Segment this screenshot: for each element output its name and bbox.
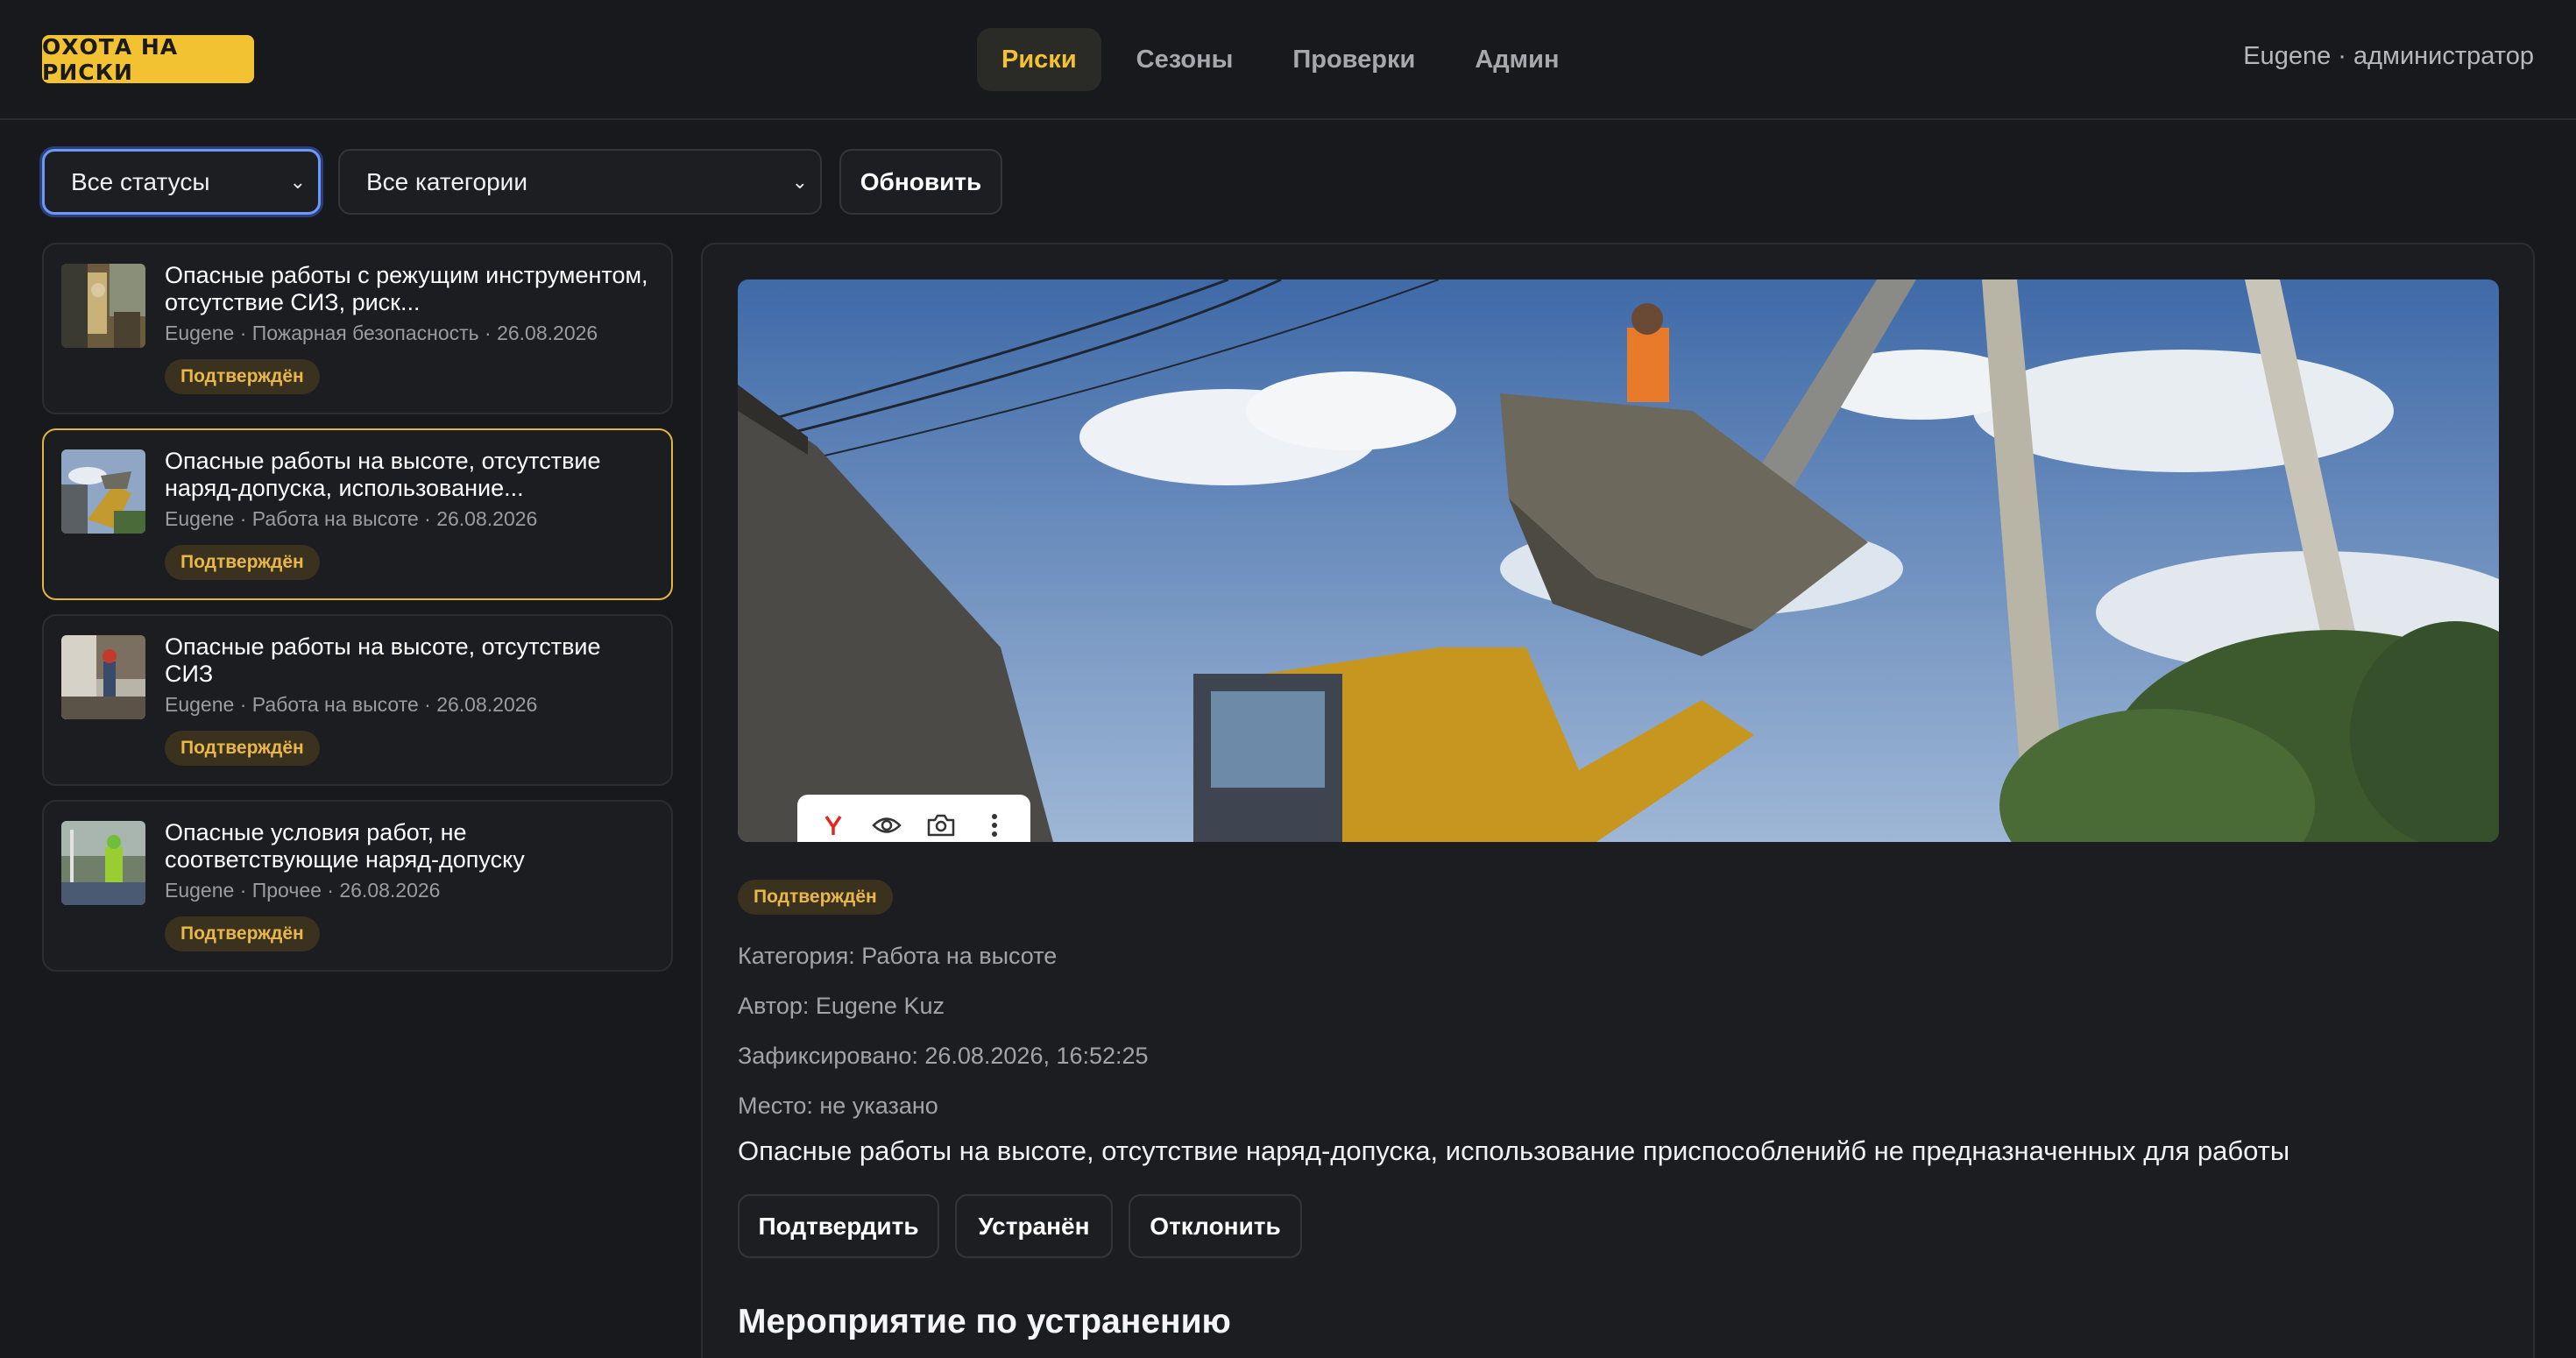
- status-badge: Подтверждён: [165, 359, 320, 394]
- top-bar: ОХОТА НА РИСКИ Риски Сезоны Проверки Адм…: [0, 0, 2576, 120]
- risk-thumbnail: [61, 449, 145, 534]
- refresh-button[interactable]: Обновить: [839, 149, 1002, 215]
- risk-thumbnail: [61, 264, 145, 348]
- status-badge: Подтверждён: [165, 916, 320, 951]
- risk-list: Опасные работы с режущим инструментом, о…: [42, 243, 673, 986]
- filters-bar: Все статусы ⌄ Все категории ⌄ Обновить: [42, 149, 1002, 215]
- status-badge: Подтверждён: [165, 731, 320, 766]
- status-badge: Подтверждён: [165, 545, 320, 580]
- app-logo[interactable]: ОХОТА НА РИСКИ: [42, 34, 254, 85]
- risk-title: Опасные работы на высоте, отсутствие нар…: [165, 448, 601, 501]
- risk-category: Категория: Работа на высоте: [738, 943, 1058, 969]
- resolved-button[interactable]: Устранён: [955, 1194, 1113, 1258]
- nav-admin[interactable]: Админ: [1450, 28, 1583, 91]
- camera-search-icon[interactable]: [918, 803, 964, 842]
- chevron-down-icon: ⌄: [289, 170, 306, 193]
- risk-title: Опасные работы на высоте, отсутствие СИЗ: [165, 633, 601, 687]
- risk-thumbnail: [61, 635, 145, 719]
- chevron-down-icon: ⌄: [791, 170, 808, 193]
- nav-inspections[interactable]: Проверки: [1268, 28, 1440, 91]
- risk-actions: Подтвердить Устранён Отклонить: [738, 1194, 1302, 1258]
- risk-place: Место: не указано: [738, 1093, 938, 1119]
- risk-author: Автор: Eugene Kuz: [738, 993, 945, 1019]
- remediation-section-title: Мероприятие по устранению: [738, 1303, 1231, 1340]
- nav-risks[interactable]: Риски: [977, 28, 1101, 91]
- risk-detail-panel: Подтверждён Категория: Работа на высоте …: [701, 243, 2535, 1358]
- confirm-button[interactable]: Подтвердить: [738, 1194, 939, 1258]
- nav-seasons[interactable]: Сезоны: [1112, 28, 1258, 91]
- user-info: Eugene · администратор: [2243, 42, 2534, 70]
- eye-icon[interactable]: [864, 803, 909, 842]
- risk-card[interactable]: Опасные условия работ, не соответствующи…: [42, 800, 673, 972]
- risk-title: Опасные работы с режущим инструментом, о…: [165, 262, 648, 315]
- category-filter-select[interactable]: Все категории ⌄: [338, 149, 822, 215]
- risk-meta: Eugene · Работа на высоте · 26.08.2026: [165, 693, 538, 716]
- risk-recorded-at: Зафиксировано: 26.08.2026, 16:52:25: [738, 1043, 1149, 1069]
- status-badge: Подтверждён: [738, 880, 893, 915]
- image-toolbar: [797, 795, 1030, 842]
- more-icon[interactable]: [972, 803, 1017, 842]
- risk-description: Опасные работы на высоте, отсутствие нар…: [738, 1135, 2290, 1166]
- category-filter-value: Все категории: [366, 167, 527, 195]
- risk-thumbnail: [61, 821, 145, 905]
- main-nav: Риски Сезоны Проверки Админ: [977, 28, 1583, 91]
- risk-meta: Eugene · Работа на высоте · 26.08.2026: [165, 507, 538, 530]
- status-filter-value: Все статусы: [71, 167, 210, 195]
- reject-button[interactable]: Отклонить: [1129, 1194, 1302, 1258]
- status-filter-select[interactable]: Все статусы ⌄: [42, 149, 321, 215]
- risk-card[interactable]: Опасные работы с режущим инструментом, о…: [42, 243, 673, 414]
- risk-meta: Eugene · Прочее · 26.08.2026: [165, 879, 441, 902]
- risk-photo[interactable]: [738, 279, 2499, 842]
- risk-meta: Eugene · Пожарная безопасность · 26.08.2…: [165, 322, 598, 344]
- risk-card[interactable]: Опасные работы на высоте, отсутствие нар…: [42, 428, 673, 600]
- risk-title: Опасные условия работ, не соответствующи…: [165, 819, 525, 873]
- risk-card[interactable]: Опасные работы на высоте, отсутствие СИЗ…: [42, 614, 673, 786]
- yandex-icon[interactable]: [810, 803, 856, 842]
